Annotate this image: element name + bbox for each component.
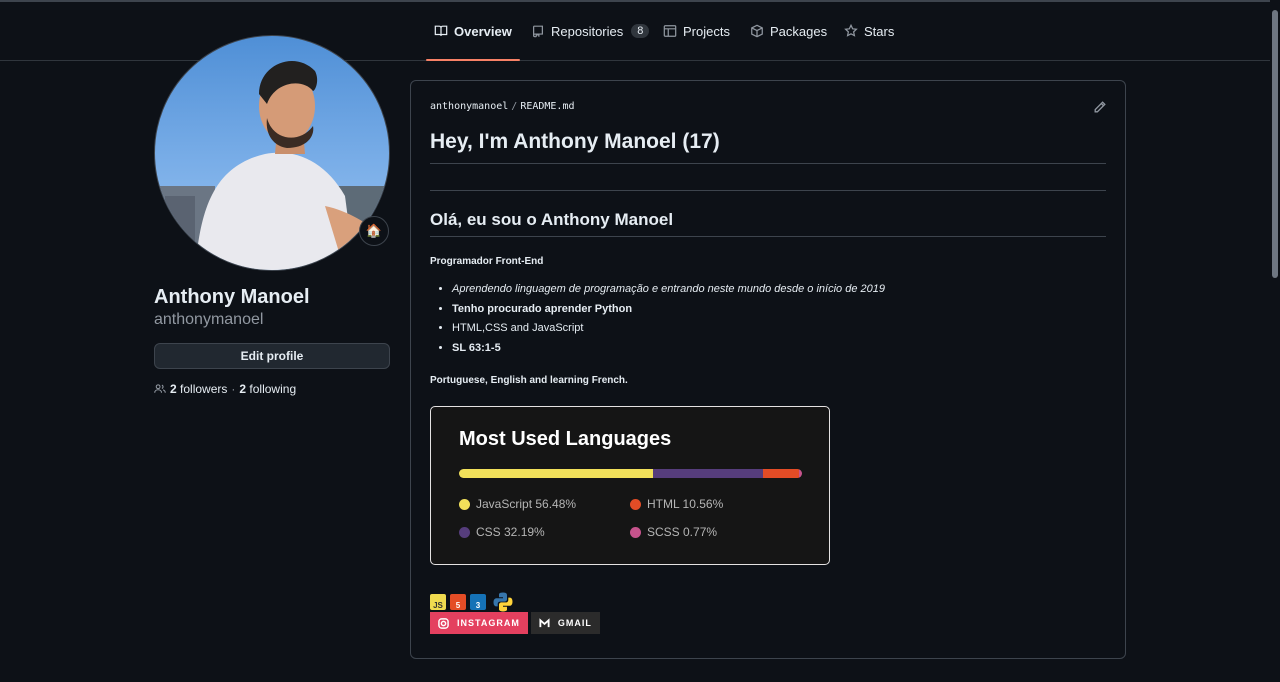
legend-label: SCSS 0.77% <box>647 525 718 539</box>
language-progress-bar <box>459 469 802 478</box>
gmail-button[interactable]: GMAIL <box>530 612 600 634</box>
legend-dot <box>459 498 470 510</box>
instagram-label: INSTAGRAM <box>457 618 520 628</box>
legend-html: HTML 10.56% <box>630 497 723 511</box>
readme-role: Programador Front-End <box>430 256 544 267</box>
horizontal-rule <box>430 190 1106 191</box>
followers-link[interactable]: 2 followers <box>170 382 227 396</box>
table-icon <box>663 25 677 37</box>
tech-icons: JS 5 3 <box>430 591 514 613</box>
list-item: SL 63:1-5 <box>452 340 885 360</box>
tab-stars[interactable]: Stars <box>836 2 902 60</box>
package-icon <box>751 24 763 38</box>
house-icon: 🏠 <box>365 223 383 238</box>
tab-overview-label: Overview <box>454 23 512 39</box>
following-link[interactable]: 2 following <box>239 382 296 396</box>
tab-repositories-label: Repositories <box>551 23 624 39</box>
readme-bullets: Aprendendo linguagem de programação e en… <box>452 281 885 359</box>
tab-overview[interactable]: Overview <box>426 2 520 61</box>
profile-name: Anthony Manoel <box>154 286 310 308</box>
edit-readme-button[interactable] <box>1093 100 1107 114</box>
language-bar-segment <box>652 469 764 478</box>
tab-projects[interactable]: Projects <box>655 2 738 60</box>
list-item: Aprendendo linguagem de programação e en… <box>452 281 885 301</box>
subheading-divider <box>430 236 1106 237</box>
javascript-icon: JS <box>430 594 446 610</box>
page-scrollbar[interactable] <box>1270 0 1280 682</box>
star-icon <box>844 24 858 37</box>
legend-dot <box>459 526 470 538</box>
legend-css: CSS 32.19% <box>459 525 545 539</box>
gmail-label: GMAIL <box>557 618 592 628</box>
instagram-button[interactable]: INSTAGRAM <box>430 612 528 634</box>
python-icon <box>492 591 514 613</box>
repositories-count-badge: 8 <box>631 24 650 38</box>
people-icon <box>154 384 166 393</box>
legend-dot <box>630 498 641 510</box>
legend-dot <box>630 526 641 538</box>
card-title: Most Used Languages <box>459 428 672 450</box>
readme-heading: Hey, I'm Anthony Manoel (17) <box>430 130 720 153</box>
list-item: HTML,CSS and JavaScript <box>452 320 885 340</box>
tab-stars-label: Stars <box>864 23 895 39</box>
legend-label: CSS 32.19% <box>476 525 545 539</box>
profile-login: anthonymanoel <box>154 311 264 328</box>
css3-icon: 3 <box>470 594 486 610</box>
follow-separator: · <box>231 382 236 396</box>
following-count: 2 <box>239 382 247 396</box>
readme-subheading: Olá, eu sou o Anthony Manoel <box>430 210 674 229</box>
spoken-languages: Portuguese, English and learning French. <box>430 375 628 386</box>
tab-projects-label: Projects <box>683 23 730 39</box>
followers-label: followers <box>180 382 228 396</box>
gmail-icon <box>539 617 550 627</box>
html5-icon: 5 <box>450 594 466 610</box>
readme-path: anthonymanoel / README.md <box>430 101 575 112</box>
avatar[interactable] <box>154 35 390 271</box>
profile-tabs: Overview Repositories 8 Projects Package… <box>0 2 1270 61</box>
readme-file-link[interactable]: README.md <box>520 101 574 112</box>
language-bar-segment <box>459 469 653 478</box>
repo-icon <box>533 25 543 38</box>
list-item: Tenho procurado aprender Python <box>452 301 885 321</box>
followers-count: 2 <box>170 382 177 396</box>
legend-label: HTML 10.56% <box>647 497 724 511</box>
book-icon <box>434 25 448 36</box>
following-label: following <box>249 382 297 396</box>
legend-javascript: JavaScript 56.48% <box>459 497 576 511</box>
tab-packages[interactable]: Packages <box>742 2 835 60</box>
pencil-icon <box>1094 101 1106 113</box>
edit-profile-button[interactable]: Edit profile <box>154 343 390 369</box>
readme-box: anthonymanoel / README.md Hey, I'm Anthony… <box>410 80 1126 659</box>
scrollbar-thumb[interactable] <box>1272 10 1278 278</box>
most-used-languages-card: Most Used Languages JavaScript 56.48% CS… <box>430 406 830 565</box>
social-badges: INSTAGRAM GMAIL <box>430 612 600 634</box>
tab-repositories[interactable]: Repositories 8 <box>523 2 657 60</box>
readme-owner-link[interactable]: anthonymanoel <box>430 101 508 112</box>
avatar-photo <box>155 60 389 270</box>
tab-packages-label: Packages <box>770 23 828 39</box>
legend-label: JavaScript 56.48% <box>476 497 577 511</box>
follow-stats: 2 followers · 2 following <box>154 382 296 396</box>
heading-divider <box>430 163 1106 164</box>
language-bar-segment <box>763 469 800 478</box>
status-button[interactable]: 🏠 <box>359 216 389 246</box>
instagram-icon <box>438 617 449 629</box>
path-separator: / <box>511 101 518 112</box>
language-bar-segment <box>799 469 802 478</box>
legend-scss: SCSS 0.77% <box>630 525 717 539</box>
